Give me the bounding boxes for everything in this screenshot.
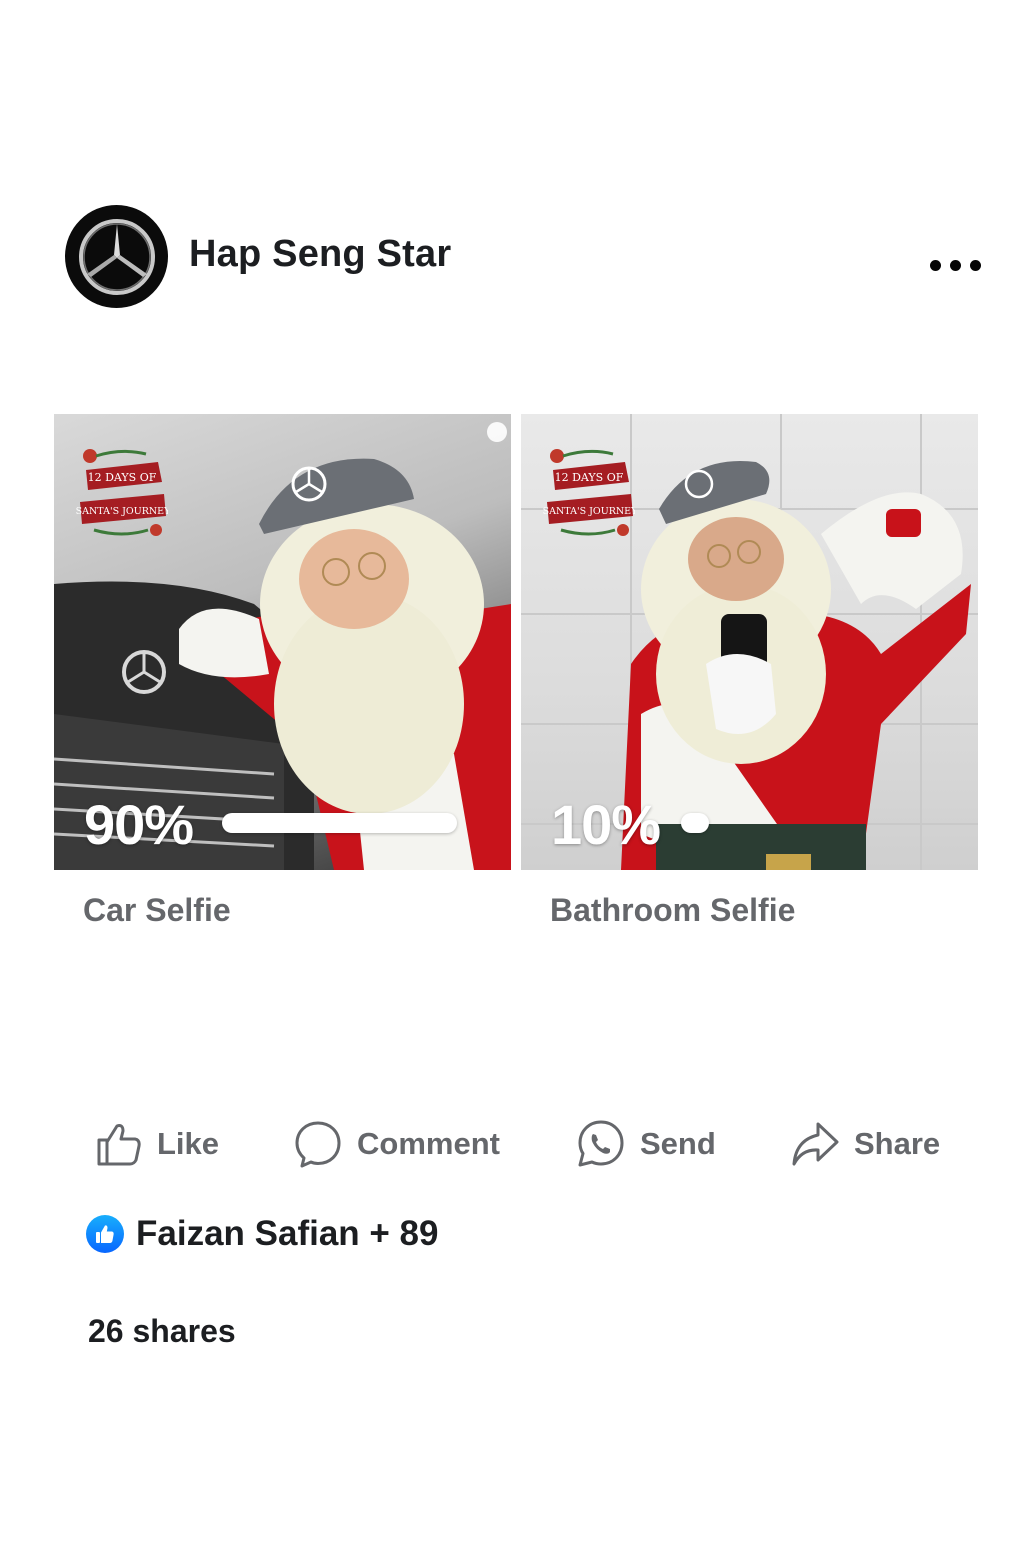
send-label: Send (640, 1126, 716, 1161)
poll-percent: 90% (84, 793, 194, 856)
like-button[interactable]: Like (95, 1118, 219, 1170)
share-arrow-icon (792, 1122, 839, 1166)
share-label: Share (854, 1126, 941, 1161)
page-name[interactable]: Hap Seng Star (189, 233, 451, 276)
whatsapp-icon (578, 1120, 624, 1167)
poll-progress-bar (222, 813, 457, 833)
twelve-days-badge: 12 DAYS OF SANTA'S JOURNEY (543, 449, 635, 536)
twelve-days-badge: 12 DAYS OF SANTA'S JOURNEY (76, 449, 168, 536)
poll-percent: 10% (551, 793, 661, 856)
poll-option-label[interactable]: Bathroom Selfie (550, 892, 795, 929)
comment-bubble-icon (295, 1121, 341, 1168)
mercedes-star-logo-icon (78, 218, 155, 295)
comment-button[interactable]: Comment (293, 1118, 500, 1170)
reactions-summary[interactable]: Faizan Safian + 89 (86, 1214, 439, 1254)
badge-line-1: 12 DAYS OF (88, 471, 157, 484)
shares-count[interactable]: 26 shares (88, 1313, 236, 1350)
poll-progress-bar (681, 813, 709, 833)
thumbs-up-icon (97, 1124, 141, 1166)
poll-option-bathroom-selfie[interactable]: 12 DAYS OF SANTA'S JOURNEY 10% (521, 414, 978, 870)
comment-label: Comment (357, 1126, 500, 1161)
like-label: Like (157, 1126, 220, 1161)
poll-option-label[interactable]: Car Selfie (83, 892, 231, 929)
badge-line-2: SANTA'S JOURNEY (76, 506, 168, 517)
send-button[interactable]: Send (576, 1118, 716, 1170)
badge-line-2: SANTA'S JOURNEY (543, 506, 635, 517)
share-button[interactable]: Share (790, 1118, 940, 1170)
reactions-text: Faizan Safian + 89 (136, 1214, 439, 1253)
poll-option-car-selfie[interactable]: 12 DAYS OF SANTA'S JOURNEY 90% (54, 414, 511, 870)
more-options-icon[interactable] (930, 250, 986, 280)
badge-line-1: 12 DAYS OF (555, 471, 624, 484)
like-reaction-icon (86, 1215, 124, 1253)
page-avatar[interactable] (65, 205, 168, 308)
